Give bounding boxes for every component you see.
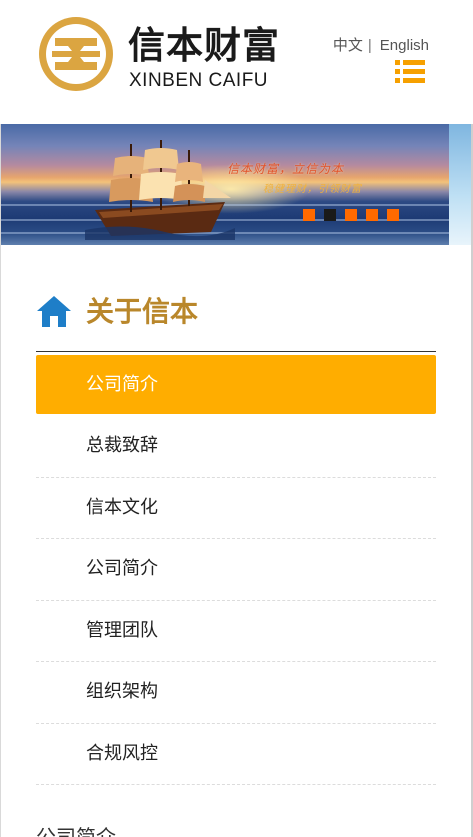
site-header: 信本财富 XINBEN CAIFU 中文 | English [0, 0, 473, 124]
next-slide-peek [449, 124, 471, 245]
section-title: 关于信本 [86, 295, 199, 328]
carousel-dot-2[interactable] [324, 209, 336, 221]
subnav-item-management-team[interactable]: 管理团队 [36, 601, 436, 662]
subnav-item-label: 管理团队 [86, 619, 158, 641]
carousel-dot-5[interactable] [387, 209, 399, 221]
subnav-item-company-profile[interactable]: 公司简介 [36, 355, 436, 414]
subnav-item-label: 总裁致辞 [86, 435, 158, 456]
carousel-dot-3[interactable] [345, 209, 357, 221]
banner-slogan: 信本财富，立信为本 [227, 162, 345, 176]
subnav-item-label: 合规风控 [86, 742, 158, 764]
menu-row [395, 78, 425, 83]
lang-english-link[interactable]: English [380, 37, 429, 54]
subnav-item-label: 公司简介 [86, 374, 158, 395]
wave-line [1, 204, 471, 206]
hero-banner[interactable]: 信本财富，立信为本 稳健理财，引领财富 [1, 124, 471, 245]
wave-line [1, 232, 471, 234]
subnav-item-label: 公司简介 [86, 558, 158, 579]
language-switcher: 中文 | English [333, 34, 429, 55]
subnav-item-company-profile-2[interactable]: 公司简介 [36, 539, 436, 601]
carousel-dot-1[interactable] [303, 209, 315, 221]
menu-row [395, 60, 425, 65]
subnav-item-culture[interactable]: 信本文化 [36, 478, 436, 539]
list-menu-icon[interactable] [395, 60, 425, 84]
section-header: 关于信本 [36, 290, 436, 352]
wave-line [1, 219, 471, 221]
lang-chinese-link[interactable]: 中文 [333, 37, 363, 54]
subnav-item-label: 信本文化 [86, 496, 158, 518]
content-heading: 公司简介 [36, 825, 116, 837]
lang-separator: | [367, 37, 372, 54]
subnav-item-president-message[interactable]: 总裁致辞 [36, 416, 436, 478]
logo-english-name: XINBEN CAIFU [129, 70, 269, 91]
sailing-ship-image [85, 140, 235, 240]
site-logo[interactable]: 信本财富 XINBEN CAIFU [36, 14, 286, 94]
carousel-dot-4[interactable] [366, 209, 378, 221]
logo-emblem-icon [39, 17, 113, 91]
about-subnav: 公司简介 总裁致辞 信本文化 公司简介 管理团队 组织架构 合规风控 [36, 355, 436, 785]
subnav-item-organization[interactable]: 组织架构 [36, 662, 436, 724]
menu-row [395, 69, 425, 74]
subnav-item-compliance[interactable]: 合规风控 [36, 724, 436, 785]
subnav-item-label: 组织架构 [86, 681, 158, 702]
logo-chinese-name: 信本财富 [128, 24, 280, 67]
banner-subslogan: 稳健理财，引领财富 [263, 184, 362, 195]
home-icon [37, 296, 71, 327]
